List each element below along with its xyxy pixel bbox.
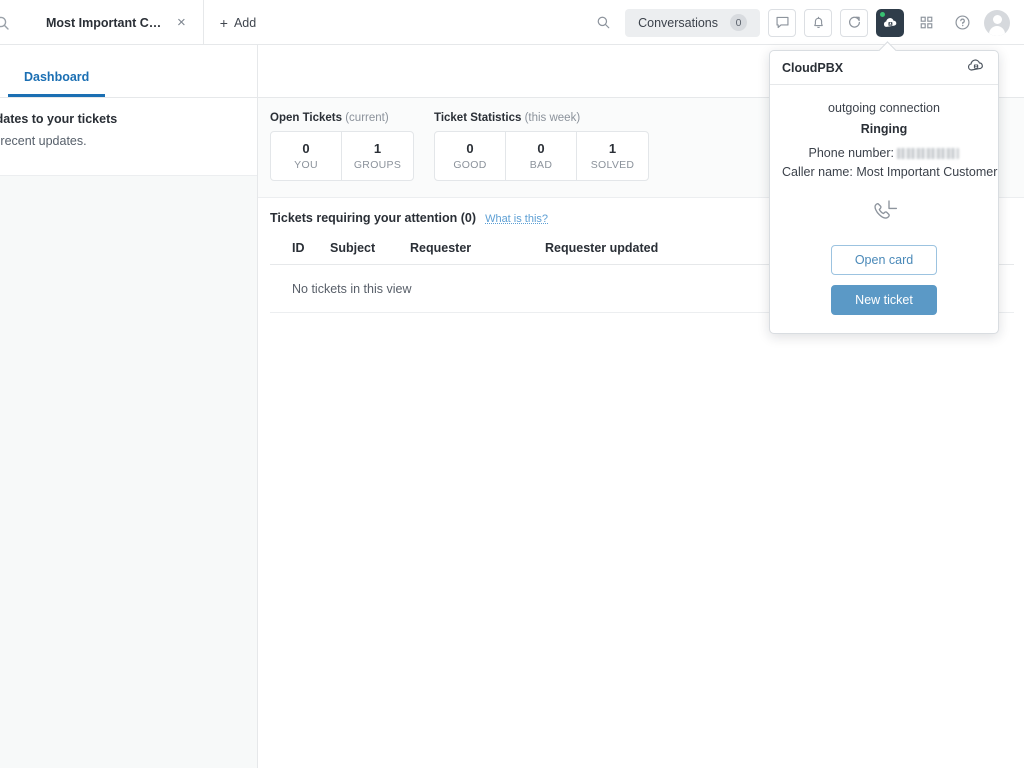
refresh-icon[interactable]: [840, 8, 868, 37]
global-search-icon[interactable]: [589, 9, 617, 37]
phone-number-label: Phone number:: [808, 146, 894, 160]
stat-label: SOLVED: [590, 159, 635, 172]
user-avatar[interactable]: [984, 9, 1010, 36]
ticket-statistics-boxes: 0 GOOD 0 BAD 1 SOLVED: [434, 131, 649, 182]
tab-search-icon[interactable]: [0, 0, 22, 45]
tab-zone: Most Important Custo... × + Add: [0, 0, 272, 45]
ticket-statistics-title: Ticket Statistics (this week): [434, 112, 649, 124]
chat-bubble-icon[interactable]: [768, 8, 796, 37]
popover-header: CloudPBX: [770, 51, 998, 85]
plus-icon: +: [219, 14, 228, 31]
stat-value: 0: [466, 141, 474, 156]
topbar-actions: Conversations 0: [589, 0, 1024, 45]
attention-title: Tickets requiring your attention (0): [270, 211, 477, 226]
help-question-icon[interactable]: [948, 9, 976, 37]
column-header-subject: Subject: [330, 241, 376, 256]
column-header-requester-updated: Requester updated: [545, 241, 659, 256]
cloudpbx-button[interactable]: [876, 8, 904, 37]
ticket-statistics-subtitle: (this week): [524, 112, 581, 124]
app-root: Most Important Custo... × + Add Conversa…: [0, 0, 1024, 768]
stat-value: 0: [537, 141, 545, 156]
ticket-statistics-title-text: Ticket Statistics: [434, 112, 522, 124]
status-online-dot: [880, 11, 885, 17]
left-panel-tabs: Dashboard: [0, 45, 257, 98]
stat-box-groups[interactable]: 1 GROUPS: [342, 132, 413, 180]
conversations-button[interactable]: Conversations 0: [625, 8, 760, 37]
column-header-requester: Requester: [410, 241, 472, 256]
stat-box-bad[interactable]: 0 BAD: [506, 132, 577, 181]
stat-label: YOU: [294, 159, 318, 172]
stat-box-solved[interactable]: 1 SOLVED: [577, 132, 648, 180]
tab-dashboard[interactable]: Dashboard: [8, 70, 106, 97]
tab-most-important-customer[interactable]: Most Important Custo... ×: [22, 0, 204, 45]
bell-icon[interactable]: [804, 8, 832, 37]
updates-heading: pdates to your tickets: [0, 112, 118, 126]
left-panel-filler: [0, 176, 257, 768]
stat-value: 1: [608, 141, 617, 156]
grid-apps-icon[interactable]: [912, 9, 940, 37]
add-tab-button[interactable]: + Add: [204, 0, 272, 45]
open-tickets-title: Open Tickets (current): [270, 112, 414, 124]
popover-title: CloudPBX: [782, 60, 844, 75]
caller-name-label: Caller name:: [782, 165, 853, 180]
open-card-button[interactable]: Open card: [831, 244, 937, 275]
phone-number-row: Phone number:: [782, 144, 986, 163]
open-tickets-subtitle: (current): [345, 112, 389, 124]
phone-number-redacted-value: [897, 148, 960, 159]
caller-name-row: Caller name: Most Important Customer: [782, 163, 997, 182]
stat-label: BAD: [529, 159, 553, 172]
connection-type: outgoing connection: [828, 101, 940, 115]
tab-title: Most Important Custo...: [46, 15, 164, 30]
stat-label: GOOD: [453, 159, 487, 172]
close-icon[interactable]: ×: [174, 13, 189, 32]
stat-value: 0: [302, 141, 310, 156]
what-is-this-link[interactable]: What is this?: [485, 213, 548, 225]
open-tickets-boxes: 0 YOU 1 GROUPS: [270, 131, 414, 182]
stat-box-you[interactable]: 0 YOU: [271, 132, 342, 181]
stat-label: GROUPS: [353, 159, 402, 172]
column-header-id: ID: [292, 241, 305, 256]
cloud-phone-icon: [883, 18, 896, 27]
open-tickets-title-text: Open Tickets: [270, 112, 343, 124]
cloud-phone-icon: [966, 55, 986, 80]
outgoing-call-icon: [782, 197, 986, 229]
popover-body: outgoing connection Ringing Phone number…: [770, 85, 998, 333]
new-ticket-button[interactable]: New ticket: [831, 284, 937, 315]
cloudpbx-popover: CloudPBX outgoing connection Ringing Pho…: [769, 41, 999, 334]
stat-value: 1: [373, 141, 382, 156]
left-panel: Dashboard pdates to your tickets o recen…: [0, 45, 258, 768]
updates-section: pdates to your tickets o recent updates.: [0, 98, 257, 176]
caller-name-value: Most Important Customer: [856, 165, 998, 180]
ticket-statistics-group: Ticket Statistics (this week) 0 GOOD 0 B…: [434, 112, 649, 182]
stat-box-good[interactable]: 0 GOOD: [435, 132, 506, 181]
avatar-glyph: [984, 10, 1010, 36]
call-state: Ringing: [860, 122, 908, 136]
open-tickets-group: Open Tickets (current) 0 YOU 1 GROUPS: [270, 112, 414, 182]
conversations-count-badge: 0: [730, 14, 747, 31]
top-bar: Most Important Custo... × + Add Conversa…: [0, 0, 1024, 45]
conversations-label: Conversations: [638, 15, 718, 30]
add-tab-label: Add: [233, 15, 257, 30]
updates-empty-text: o recent updates.: [0, 134, 87, 148]
